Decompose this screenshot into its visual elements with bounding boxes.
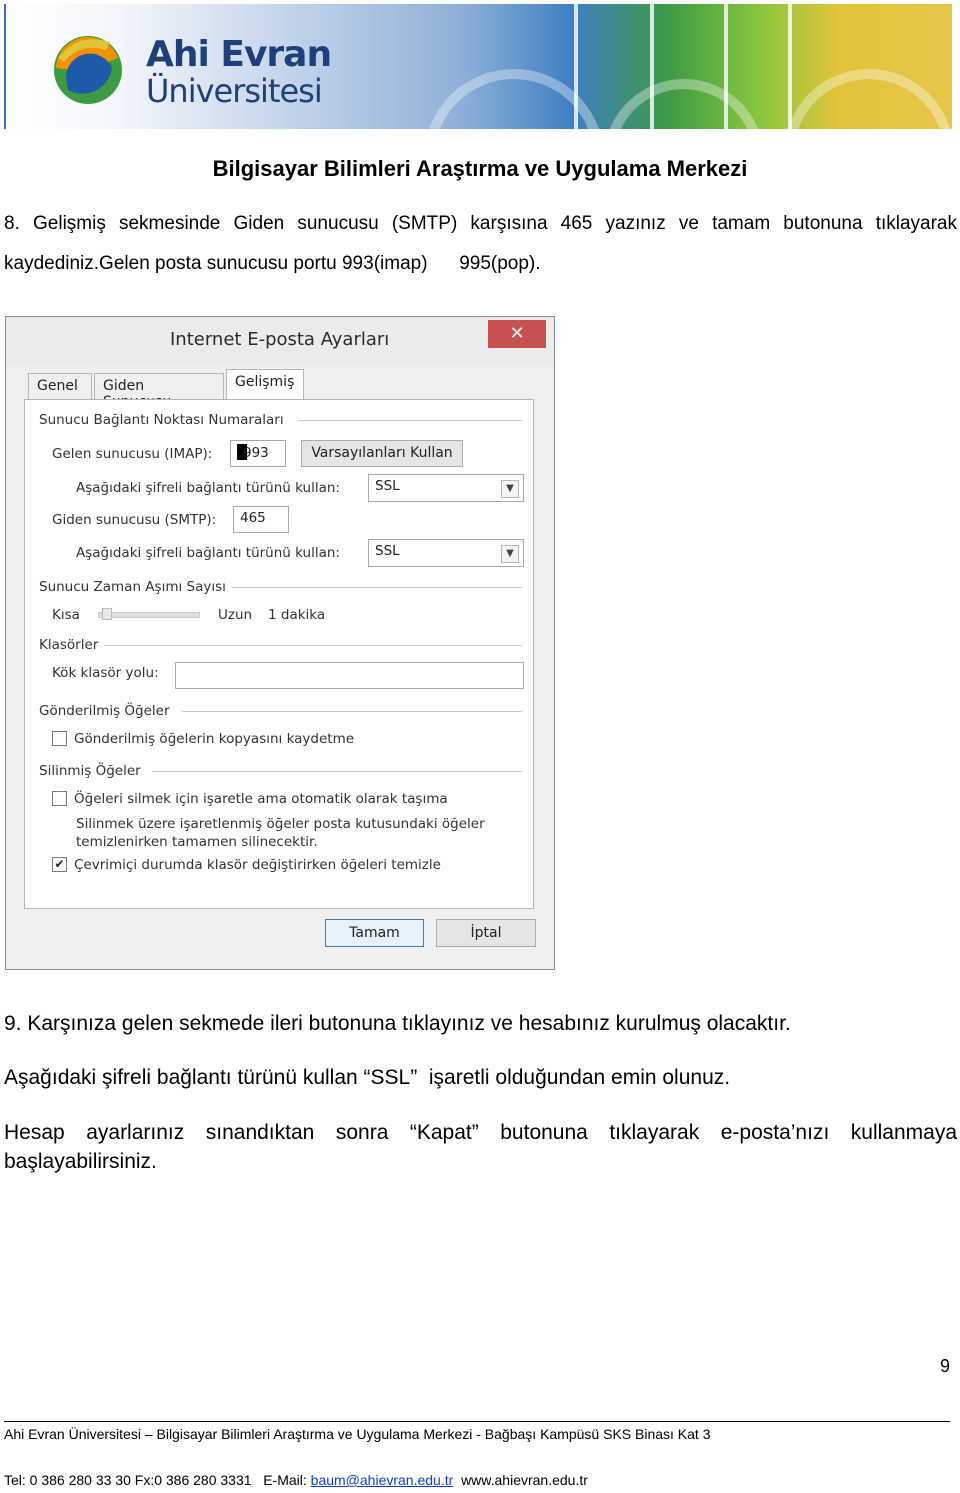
ssl-note: Aşağıdaki şifreli bağlantı türünü kullan… [4, 1066, 731, 1089]
root-folder-label: Kök klasör yolu: [52, 665, 159, 681]
incoming-port-value: 993 [243, 445, 269, 461]
sent-items-checkbox[interactable] [52, 731, 67, 746]
deletion-note-line1: Silinmek üzere işaretlenmiş öğeler posta… [76, 816, 485, 832]
incoming-server-label: Gelen sunucusu (IMAP): [52, 446, 213, 462]
chevron-down-icon: ▼ [501, 545, 519, 563]
ok-button[interactable]: Tamam [325, 919, 424, 947]
folders-group-label: Klasörler [39, 637, 99, 653]
step8-line2: kaydediniz.Gelen posta sunucusu portu 99… [4, 253, 541, 274]
encryption-select-2[interactable]: SSL ▼ [368, 539, 524, 567]
timeout-short-label: Kısa [52, 607, 80, 623]
group-divider [104, 645, 522, 646]
step8-line1: 8. Gelişmiş sekmesinde Giden sunucusu (S… [4, 213, 957, 234]
logo-name-line1: Ahi Evran [146, 34, 332, 75]
final-line1: Hesap ayarlarınız sınandıktan sonra “Kap… [4, 1121, 957, 1144]
mark-for-deletion-label: Öğeleri silmek için işaretle ama otomati… [74, 791, 448, 807]
timeout-long-label: Uzun [218, 607, 253, 623]
deleted-items-group-label: Silinmiş Öğeler [39, 763, 141, 779]
page-number: 9 [940, 1356, 951, 1376]
encryption-value-2: SSL [375, 543, 400, 559]
group-divider [182, 711, 522, 712]
deletion-note-line2: temizlenirken tamamen silinecektir. [76, 834, 318, 850]
purge-on-switch-checkbox[interactable]: ✔ [52, 857, 67, 872]
ahi-evran-logo-icon [54, 36, 122, 104]
outgoing-server-label: Giden sunucusu (SMTP): [52, 512, 217, 528]
email-settings-dialog: Internet E-posta Ayarları ✕ Genel Giden … [5, 316, 555, 970]
outgoing-port-input[interactable]: 465 [233, 506, 289, 533]
mark-for-deletion-checkbox[interactable] [52, 791, 67, 806]
timeout-value: 1 dakika [268, 607, 326, 623]
step9-text: 9. Karşınıza gelen sekmede ileri butonun… [4, 1012, 791, 1035]
sent-items-group-label: Gönderilmiş Öğeler [39, 703, 170, 719]
encryption-select-1[interactable]: SSL ▼ [368, 474, 524, 502]
logo-name-line2: Üniversitesi [146, 72, 323, 110]
group-divider [152, 771, 522, 772]
timeout-slider[interactable] [98, 612, 200, 618]
dialog-title: Internet E-posta Ayarları [170, 329, 390, 350]
encryption-value-1: SSL [375, 478, 400, 494]
port-group-label: Sunucu Bağlantı Noktası Numaraları [39, 412, 284, 428]
final-line2: başlayabilirsiniz. [4, 1150, 157, 1173]
timeout-group-label: Sunucu Zaman Aşımı Sayısı [39, 579, 226, 595]
purge-on-switch-label: Çevrimiçi durumda klasör değiştirirken ö… [74, 857, 441, 873]
use-defaults-button[interactable]: Varsayılanları Kullan [301, 440, 463, 467]
university-banner: Ahi Evran Üniversitesi [4, 4, 952, 129]
slider-thumb[interactable] [102, 608, 112, 620]
root-folder-input[interactable] [175, 662, 524, 689]
close-icon[interactable]: ✕ [488, 320, 546, 348]
page-title: Bilgisayar Bilimleri Araştırma ve Uygula… [212, 156, 748, 181]
website-link[interactable]: www.ahievran.edu.tr [461, 1472, 588, 1488]
group-divider [232, 587, 522, 588]
chevron-down-icon: ▼ [501, 480, 519, 498]
tab-genel[interactable]: Genel [28, 373, 92, 399]
encryption-label-2: Aşağıdaki şifreli bağlantı türünü kullan… [76, 545, 340, 561]
check-icon: ✔ [54, 857, 65, 871]
footer-contact: Tel: 0 386 280 33 30 Fx:0 386 280 3331 E… [4, 1472, 588, 1488]
cancel-button[interactable]: İptal [436, 919, 536, 947]
group-divider [298, 420, 522, 421]
footer-divider [4, 1421, 950, 1422]
incoming-port-input[interactable]: 993 [230, 440, 286, 467]
footer-address: Ahi Evran Üniversitesi – Bilgisayar Bili… [4, 1426, 711, 1442]
tab-giden-sunucusu[interactable]: Giden Sunucusu [94, 373, 224, 410]
footer-contact-prefix: Tel: 0 386 280 33 30 Fx:0 386 280 3331 E… [4, 1472, 311, 1488]
email-link[interactable]: baum@ahievran.edu.tr [311, 1472, 454, 1488]
encryption-label-1: Aşağıdaki şifreli bağlantı türünü kullan… [76, 480, 340, 496]
sent-items-check-label: Gönderilmiş öğelerin kopyasını kaydetme [74, 731, 355, 747]
tab-gelismis[interactable]: Gelişmiş [226, 369, 304, 400]
